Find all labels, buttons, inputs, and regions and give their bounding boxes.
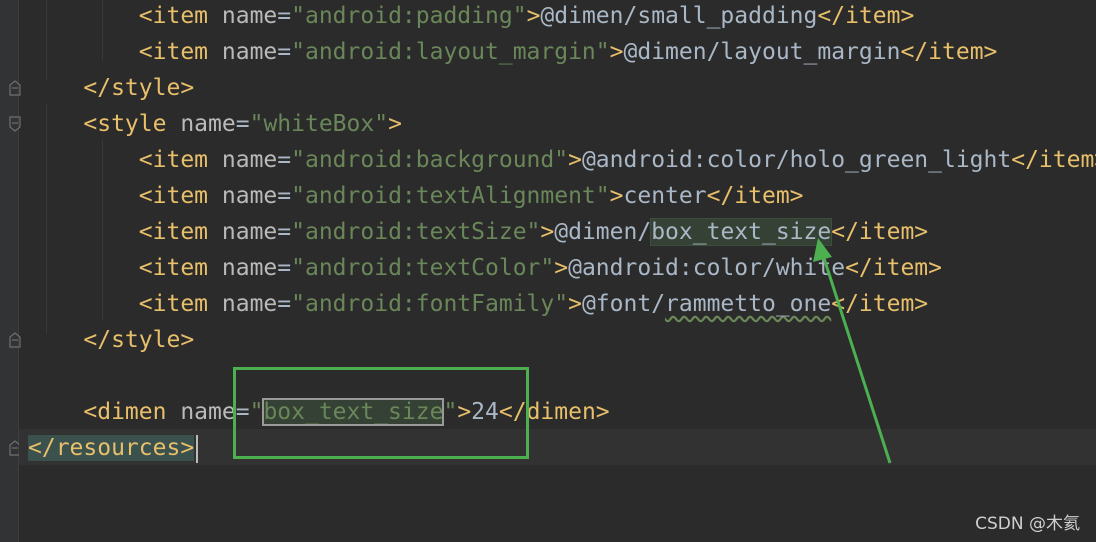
code-line[interactable]: </resources> — [28, 430, 199, 466]
code-line[interactable]: <item name="android:textColor">@android:… — [28, 250, 942, 286]
highlighted-usage[interactable]: box_text_size — [650, 218, 833, 246]
code-line[interactable]: <item name="android:background">@android… — [28, 142, 1096, 178]
code-line[interactable]: <item name="android:fontFamily">@font/ra… — [28, 286, 928, 322]
fold-end-icon[interactable] — [9, 80, 21, 96]
code-line[interactable]: <style name="whiteBox"> — [28, 106, 402, 142]
watermark: CSDN @木氦 — [975, 514, 1080, 534]
code-line[interactable]: <item name="android:textSize">@dimen/box… — [28, 214, 928, 250]
fold-start-icon[interactable] — [9, 116, 21, 132]
code-line[interactable]: <item name="android:padding">@dimen/smal… — [28, 0, 915, 34]
code-line[interactable]: <item name="android:layout_margin">@dime… — [28, 34, 998, 70]
fold-end-icon[interactable] — [9, 332, 21, 348]
code-line[interactable]: </style> — [28, 70, 194, 106]
annotation-box — [233, 367, 529, 459]
text-caret — [196, 434, 199, 463]
code-line[interactable]: </style> — [28, 322, 194, 358]
code-line[interactable]: <item name="android:textAlignment">cente… — [28, 178, 804, 214]
typo-squiggle[interactable]: rammetto_one — [665, 291, 831, 317]
